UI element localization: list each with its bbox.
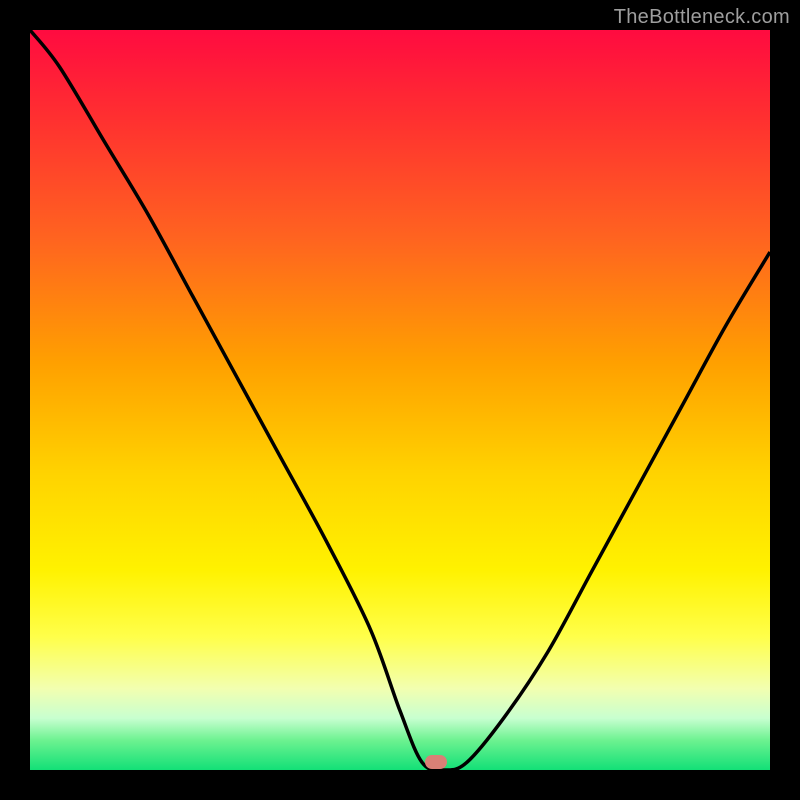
- bottleneck-curve: [30, 30, 770, 770]
- watermark-text: TheBottleneck.com: [614, 6, 790, 29]
- chart-frame: TheBottleneck.com: [0, 0, 800, 800]
- plot-area: [30, 30, 770, 770]
- optimal-marker: [425, 755, 447, 769]
